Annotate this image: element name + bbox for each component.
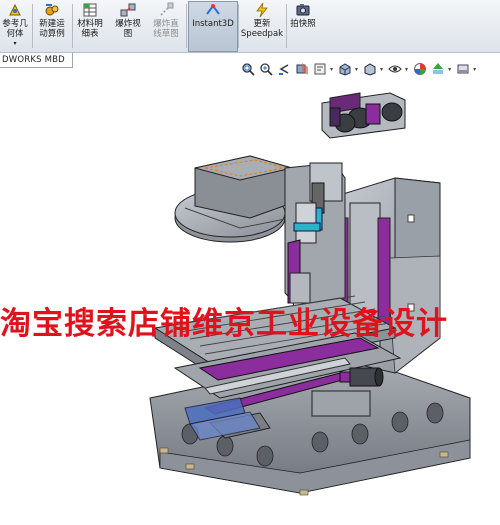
reference-geometry-icon xyxy=(7,2,23,18)
ribbon-separator xyxy=(186,4,187,48)
instant3d-button[interactable]: Instant3D xyxy=(188,1,238,52)
command-manager-ribbon: 参考几 何体 ▾ 新建运 动算例 材料明 细表 爆炸视 图 爆炸直 线草图 In… xyxy=(0,0,500,53)
update-speedpak-label: 更新 Speedpak xyxy=(240,19,284,39)
exploded-view-button[interactable]: 爆炸视 图 xyxy=(110,2,146,50)
bill-of-materials-button[interactable]: 材料明 细表 xyxy=(74,2,106,50)
speedpak-icon xyxy=(254,2,270,18)
new-motion-study-label: 新建运 动算例 xyxy=(39,19,65,39)
snapshot-icon xyxy=(295,2,311,18)
reference-geometry-button[interactable]: 参考几 何体 ▾ xyxy=(0,2,30,50)
new-motion-study-button[interactable]: 新建运 动算例 xyxy=(34,2,70,50)
watermark-text: 淘宝搜索店铺维京工业设备设计 xyxy=(0,306,448,342)
ribbon-separator xyxy=(72,4,73,48)
cnc-machine-model xyxy=(149,92,471,496)
graphics-area[interactable]: 淘宝搜索店铺维京工业设备设计 xyxy=(0,68,500,521)
tab-mbd[interactable]: DWORKS MBD xyxy=(0,53,73,68)
take-snapshot-label: 拍快照 xyxy=(290,19,316,29)
exploded-view-icon xyxy=(120,2,136,18)
explode-line-sketch-label: 爆炸直 线草图 xyxy=(153,19,179,39)
ribbon-separator xyxy=(286,4,287,48)
take-snapshot-button[interactable]: 拍快照 xyxy=(288,2,318,50)
instant3d-label: Instant3D xyxy=(192,19,234,29)
update-speedpak-button[interactable]: 更新 Speedpak xyxy=(240,2,284,50)
reference-geometry-label: 参考几 何体 xyxy=(2,19,28,39)
exploded-view-label: 爆炸视 图 xyxy=(115,19,141,39)
bill-of-materials-label: 材料明 细表 xyxy=(77,19,103,39)
ribbon-separator xyxy=(238,4,239,48)
bill-of-materials-icon xyxy=(82,2,98,18)
ribbon-separator xyxy=(32,4,33,48)
explode-line-sketch-button[interactable]: 爆炸直 线草图 xyxy=(148,2,184,50)
explode-line-sketch-icon xyxy=(158,2,174,18)
chevron-down-icon[interactable]: ▾ xyxy=(13,40,16,48)
motion-study-icon xyxy=(44,2,60,18)
instant3d-icon xyxy=(205,2,221,18)
